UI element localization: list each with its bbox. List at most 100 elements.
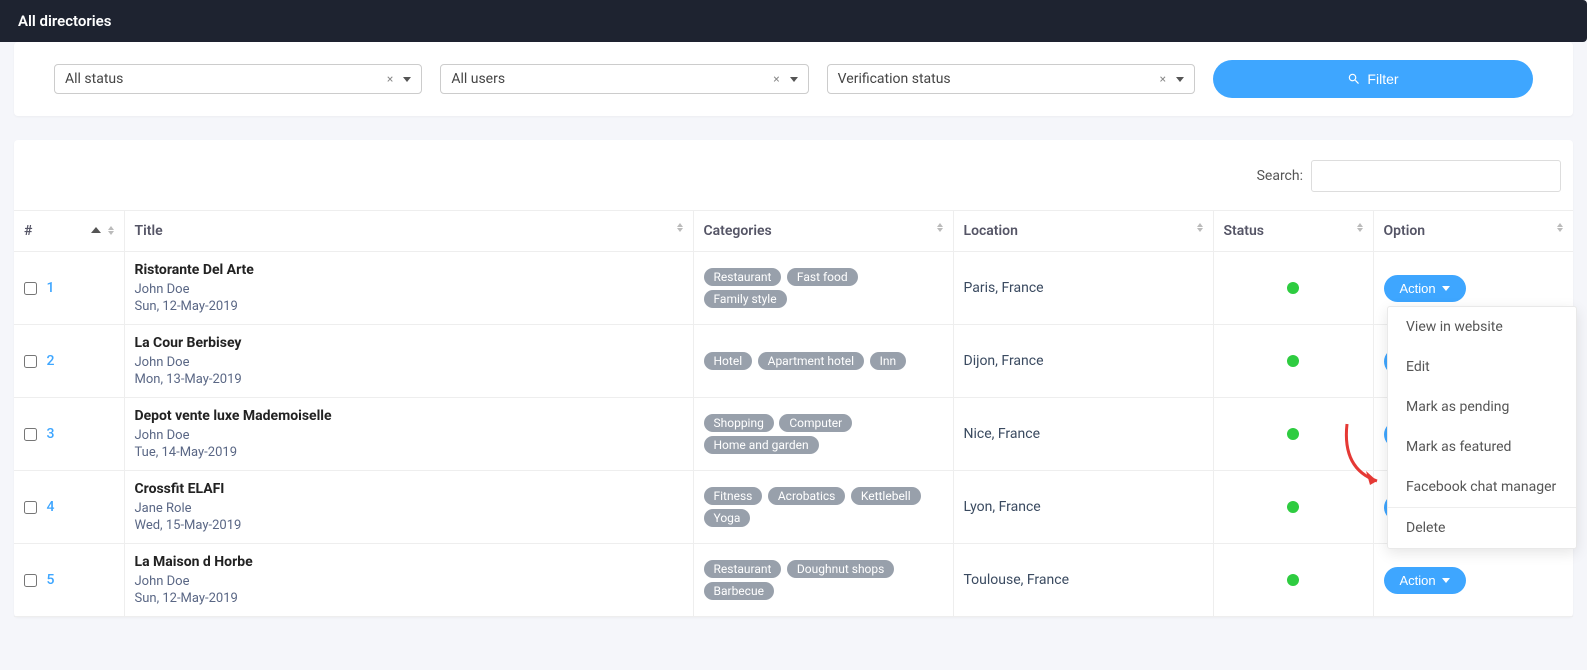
row-location: Paris, France <box>953 252 1213 325</box>
category-tag: Fast food <box>787 268 858 286</box>
row-title: La Cour Berbisey <box>135 335 683 351</box>
close-icon[interactable]: × <box>769 72 783 86</box>
status-active-icon <box>1287 428 1299 440</box>
sort-icon <box>1557 223 1563 232</box>
row-location: Lyon, France <box>953 471 1213 544</box>
category-tag: Kettlebell <box>851 487 921 505</box>
row-title: Depot vente luxe Mademoiselle <box>135 408 683 424</box>
row-date: Wed, 15-May-2019 <box>135 518 683 533</box>
row-user: John Doe <box>135 574 683 589</box>
chevron-down-icon <box>790 77 798 82</box>
row-number: 3 <box>46 426 54 442</box>
dropdown-edit[interactable]: Edit <box>1388 347 1576 387</box>
row-title: Crossfit ELAFI <box>135 481 683 497</box>
chevron-down-icon <box>1442 578 1450 583</box>
search-input[interactable] <box>1311 160 1561 192</box>
chevron-down-icon <box>1176 77 1184 82</box>
row-location: Dijon, France <box>953 325 1213 398</box>
page-title: All directories <box>18 12 111 30</box>
search-icon <box>1347 72 1361 86</box>
row-location: Nice, France <box>953 398 1213 471</box>
category-tag: Yoga <box>704 509 751 527</box>
row-checkbox[interactable] <box>24 355 37 368</box>
sort-icon <box>108 226 114 235</box>
directories-table: # Title Categories <box>14 210 1573 617</box>
action-button-label: Action <box>1400 573 1436 588</box>
row-number: 5 <box>46 572 54 588</box>
chevron-down-icon <box>1442 286 1450 291</box>
action-button-label: Action <box>1400 281 1436 296</box>
row-user: John Doe <box>135 428 683 443</box>
row-user: John Doe <box>135 282 683 297</box>
category-tag: Doughnut shops <box>787 560 894 578</box>
row-number: 2 <box>46 353 54 369</box>
category-tag: Barbecue <box>704 582 774 600</box>
category-tag: Apartment hotel <box>758 352 864 370</box>
status-active-icon <box>1287 574 1299 586</box>
sort-asc-icon <box>91 227 101 233</box>
users-filter-select[interactable]: All users × <box>440 64 808 94</box>
table-row: 1Ristorante Del ArteJohn DoeSun, 12-May-… <box>14 252 1573 325</box>
filter-button-label: Filter <box>1367 71 1398 87</box>
verification-filter-select[interactable]: Verification status × <box>827 64 1195 94</box>
filter-button[interactable]: Filter <box>1213 60 1533 98</box>
row-location: Toulouse, France <box>953 544 1213 617</box>
row-checkbox[interactable] <box>24 428 37 441</box>
dropdown-view-in-website[interactable]: View in website <box>1388 307 1576 347</box>
sort-icon <box>677 223 683 232</box>
row-number: 1 <box>46 280 54 296</box>
close-icon[interactable]: × <box>383 72 397 86</box>
column-header-status[interactable]: Status <box>1213 211 1373 252</box>
search-row: Search: <box>14 160 1573 210</box>
column-header-location[interactable]: Location <box>953 211 1213 252</box>
search-label: Search: <box>1257 168 1303 184</box>
status-active-icon <box>1287 355 1299 367</box>
row-date: Mon, 13-May-2019 <box>135 372 683 387</box>
row-date: Tue, 14-May-2019 <box>135 445 683 460</box>
category-tag: Shopping <box>704 414 774 432</box>
row-user: Jane Role <box>135 501 683 516</box>
category-tag: Home and garden <box>704 436 819 454</box>
dropdown-mark-as-pending[interactable]: Mark as pending <box>1388 387 1576 427</box>
category-tag: Family style <box>704 290 787 308</box>
sort-icon <box>1197 223 1203 232</box>
category-tag: Computer <box>779 414 852 432</box>
category-tag: Restaurant <box>704 560 782 578</box>
row-checkbox[interactable] <box>24 282 37 295</box>
status-filter-label: All status <box>65 71 123 87</box>
category-tag: Hotel <box>704 352 753 370</box>
table-row: 4 Crossfit ELAFI Jane Role Wed, 15-May-2019… <box>14 471 1573 544</box>
row-title: La Maison d Horbe <box>135 554 683 570</box>
table-row: 3 Depot vente luxe Mademoiselle John Doe Tu… <box>14 398 1573 471</box>
row-title: Ristorante Del Arte <box>135 262 683 278</box>
row-date: Sun, 12-May-2019 <box>135 591 683 606</box>
row-checkbox[interactable] <box>24 574 37 587</box>
column-header-num[interactable]: # <box>14 211 124 252</box>
status-active-icon <box>1287 282 1299 294</box>
column-header-title[interactable]: Title <box>124 211 693 252</box>
page-header: All directories <box>0 0 1587 42</box>
row-number: 4 <box>46 499 54 515</box>
table-row: 5 La Maison d Horbe John Doe Sun, 12-May-20… <box>14 544 1573 617</box>
column-header-option[interactable]: Option <box>1373 211 1573 252</box>
action-button[interactable]: Action <box>1384 275 1466 302</box>
action-button[interactable]: Action <box>1384 567 1466 594</box>
close-icon[interactable]: × <box>1156 72 1170 86</box>
dropdown-delete[interactable]: Delete <box>1388 507 1576 548</box>
action-dropdown: View in website Edit Mark as pending Mar… <box>1387 306 1577 549</box>
sort-icon <box>937 223 943 232</box>
row-checkbox[interactable] <box>24 501 37 514</box>
verification-filter-label: Verification status <box>838 71 951 87</box>
category-tag: Inn <box>870 352 907 370</box>
status-filter-select[interactable]: All status × <box>54 64 422 94</box>
row-user: John Doe <box>135 355 683 370</box>
category-tag: Fitness <box>704 487 763 505</box>
table-panel: Search: # Title <box>14 140 1573 617</box>
column-header-categories[interactable]: Categories <box>693 211 953 252</box>
dropdown-facebook-chat-manager[interactable]: Facebook chat manager <box>1388 467 1576 507</box>
table-row: 2 La Cour Berbisey John Doe Mon, 13-May-201… <box>14 325 1573 398</box>
dropdown-mark-as-featured[interactable]: Mark as featured <box>1388 427 1576 467</box>
filter-panel: All status × All users × Verification st… <box>14 42 1573 116</box>
users-filter-label: All users <box>451 71 505 87</box>
sort-icon <box>1357 223 1363 232</box>
